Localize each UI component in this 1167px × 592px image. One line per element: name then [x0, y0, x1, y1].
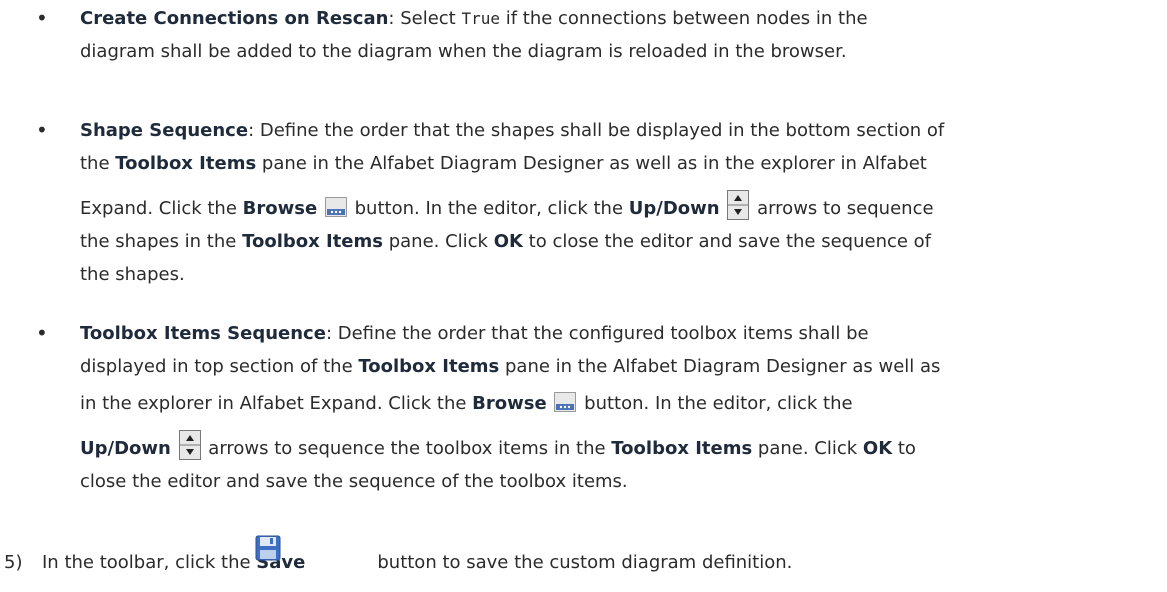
save-icon: [255, 535, 281, 561]
text: pane. Click: [752, 438, 863, 459]
text: : Define the order that the shapes shall…: [248, 120, 945, 141]
term: Shape Sequence: [80, 120, 249, 141]
text: : Select: [388, 8, 462, 29]
text: Toolbox Items: [242, 231, 383, 252]
text: to close the editor and save the sequenc…: [522, 231, 932, 252]
text: Browse: [472, 393, 547, 414]
text: button. In the editor, click the: [584, 393, 853, 414]
text: if the connections between nodes in the: [499, 8, 868, 29]
text: arrows to sequence the toolbox items in …: [208, 438, 612, 459]
text: the: [80, 153, 116, 174]
bullet-marker: •: [36, 6, 48, 30]
text: pane in the Alfabet Diagram Designer as …: [256, 153, 927, 174]
up-down-arrows-icon: [178, 430, 201, 460]
text: arrows to sequence: [757, 198, 934, 219]
text: in the explorer in Alfabet Expand. Click…: [80, 393, 473, 414]
text: Toolbox Items: [115, 153, 257, 174]
text: Expand. Click the: [80, 198, 243, 219]
text: to: [892, 438, 916, 459]
browse-icon: [554, 392, 577, 412]
text: pane in the Alfabet Diagram Designer as …: [499, 356, 941, 377]
bullet-toolbox-items-sequence: Toolbox Items Sequence: Define the order…: [80, 317, 1080, 498]
text: Up/Down: [628, 198, 720, 219]
code-value: True: [461, 9, 500, 28]
text: the shapes.: [80, 264, 185, 285]
term: Toolbox Items Sequence: [80, 323, 326, 344]
text: button. In the editor, click the: [354, 198, 629, 219]
text: In the toolbar, click the: [42, 552, 257, 573]
step-5: 5) In the toolbar, click the Save button t…: [4, 546, 792, 579]
text: close the editor and save the sequence o…: [80, 471, 628, 492]
text: OK: [493, 231, 523, 252]
bullet-marker: •: [36, 321, 48, 345]
text: : Define the order that the configured t…: [325, 323, 869, 344]
text: OK: [862, 438, 893, 459]
text: pane. Click: [382, 231, 494, 252]
text: Toolbox Items: [358, 356, 500, 377]
text: displayed in top section of the: [80, 356, 359, 377]
bullet-shape-sequence: Shape Sequence: Define the order that th…: [80, 114, 1080, 291]
bullet-marker: •: [36, 118, 48, 142]
text: Toolbox Items: [611, 438, 753, 459]
browse-icon: [324, 197, 347, 217]
text: diagram shall be added to the diagram wh…: [80, 41, 847, 62]
text: Browse: [242, 198, 318, 219]
bullet-create-connections: Create Connections on Rescan: Select Tru…: [80, 2, 1080, 68]
up-down-arrows-icon: [727, 190, 750, 220]
text: Up/Down: [80, 438, 171, 459]
term: Create Connections on Rescan: [80, 8, 389, 29]
text: button to save the custom diagram defini…: [377, 552, 793, 573]
text: the shapes in the: [80, 231, 243, 252]
step-number: 5): [4, 552, 23, 573]
